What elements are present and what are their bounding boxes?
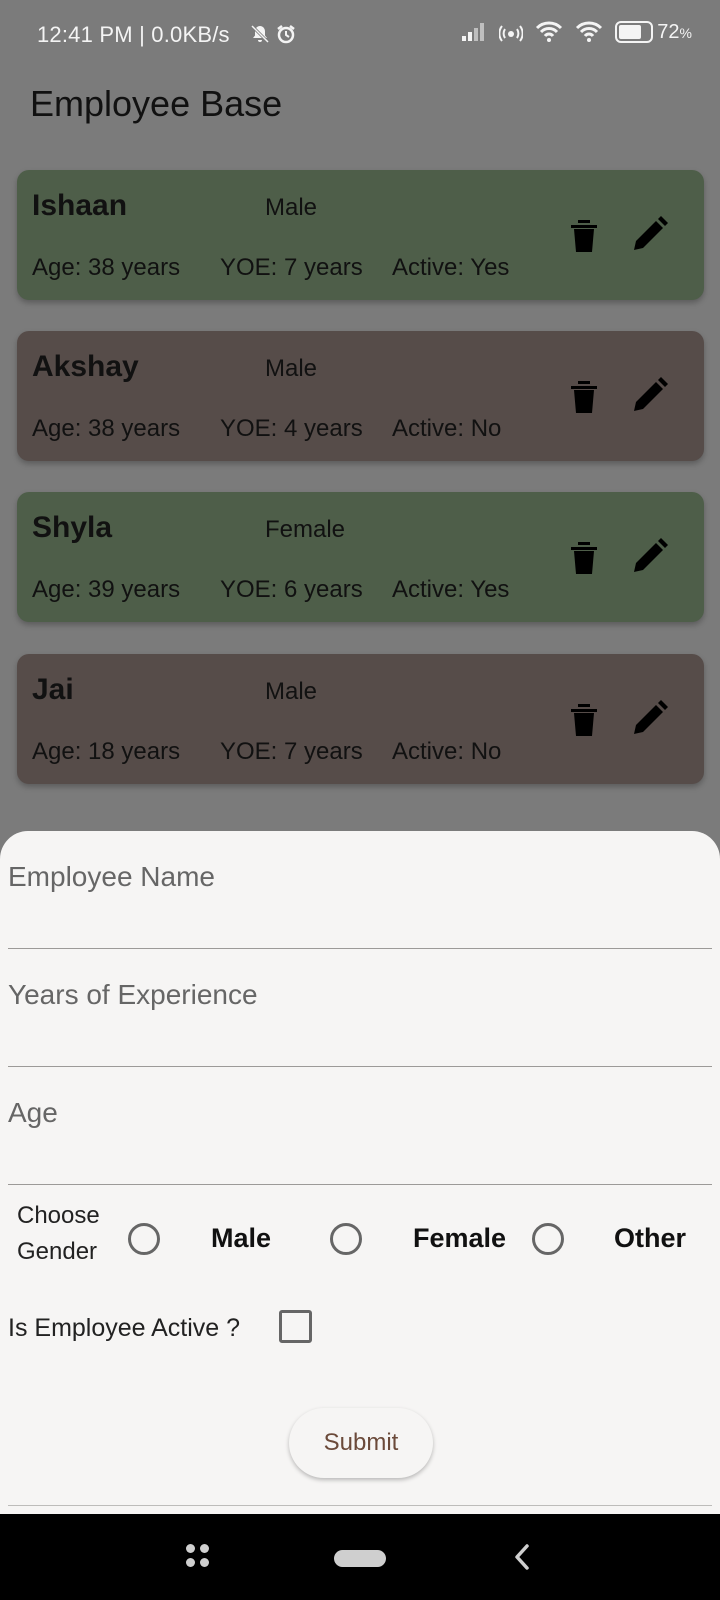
employee-name: Akshay bbox=[32, 350, 139, 383]
active-label: Is Employee Active ? bbox=[8, 1314, 241, 1342]
delete-icon[interactable] bbox=[567, 538, 601, 576]
submit-button[interactable]: Submit bbox=[289, 1408, 433, 1478]
delete-icon[interactable] bbox=[567, 377, 601, 415]
radio-other-label[interactable]: Other bbox=[614, 1223, 686, 1254]
employee-yoe: YOE: 7 years bbox=[220, 738, 363, 765]
age-placeholder: Age bbox=[8, 1097, 58, 1128]
employee-age: Age: 18 years bbox=[32, 738, 181, 765]
status-icons: 72% bbox=[461, 20, 692, 44]
wifi-icon bbox=[576, 21, 603, 42]
employee-name-field[interactable]: Employee Name bbox=[8, 831, 712, 949]
battery-indicator: 72% bbox=[615, 21, 692, 44]
gender-selector: Choose Gender Male Female Other bbox=[0, 1198, 720, 1278]
employee-card[interactable]: Akshay Male Age: 38 years YOE: 4 years Activ… bbox=[17, 331, 704, 461]
radio-other[interactable] bbox=[532, 1223, 564, 1255]
employee-card[interactable]: Jai Male Age: 18 years YOE: 7 years Active: … bbox=[17, 654, 704, 784]
wifi-icon bbox=[536, 21, 563, 42]
employee-yoe: YOE: 6 years bbox=[220, 576, 363, 603]
battery-percent: 72% bbox=[657, 20, 692, 43]
employee-active: Active: No bbox=[392, 738, 502, 765]
gender-title: Choose Gender bbox=[17, 1202, 100, 1265]
delete-icon[interactable] bbox=[567, 700, 601, 738]
status-bar: 12:41 PM | 0.0KB/s 72% bbox=[0, 0, 720, 70]
recent-apps-icon[interactable] bbox=[186, 1544, 210, 1568]
age-field[interactable]: Age bbox=[8, 1067, 712, 1185]
active-checkbox[interactable] bbox=[279, 1310, 312, 1343]
edit-icon[interactable] bbox=[630, 538, 668, 576]
employee-gender: Male bbox=[265, 678, 318, 705]
hotspot-icon bbox=[499, 25, 524, 42]
employee-active: Active: Yes bbox=[392, 254, 510, 281]
employee-card[interactable]: Ishaan Male Age: 38 years YOE: 7 years Activ… bbox=[17, 170, 704, 300]
edit-icon[interactable] bbox=[630, 216, 668, 254]
add-employee-sheet: Employee Name Years of Experience Age Ch… bbox=[0, 831, 720, 1514]
employee-card[interactable]: Shyla Female Age: 39 years YOE: 6 years Acti… bbox=[17, 492, 704, 622]
home-button[interactable] bbox=[334, 1550, 386, 1567]
employee-yoe: YOE: 7 years bbox=[220, 254, 363, 281]
employee-name-placeholder: Employee Name bbox=[8, 861, 215, 892]
back-icon[interactable] bbox=[510, 1542, 534, 1572]
radio-female-label[interactable]: Female bbox=[413, 1223, 506, 1254]
system-nav-bar bbox=[0, 1514, 720, 1600]
employee-active: Active: No bbox=[392, 415, 502, 442]
signal-icon bbox=[462, 23, 485, 41]
years-of-experience-field[interactable]: Years of Experience bbox=[8, 949, 712, 1067]
radio-male-label[interactable]: Male bbox=[211, 1223, 271, 1254]
delete-icon[interactable] bbox=[567, 216, 601, 254]
employee-name: Jai bbox=[32, 673, 74, 706]
divider bbox=[8, 1505, 712, 1506]
employee-name: Shyla bbox=[32, 511, 113, 544]
battery-icon bbox=[615, 21, 654, 43]
status-time: 12:41 PM | 0.0KB/s bbox=[37, 22, 230, 47]
employee-gender: Male bbox=[265, 194, 318, 221]
employee-age: Age: 38 years bbox=[32, 254, 181, 281]
employee-active: Active: Yes bbox=[392, 576, 510, 603]
page-title: Employee Base bbox=[30, 83, 283, 124]
radio-female[interactable] bbox=[330, 1223, 362, 1255]
edit-icon[interactable] bbox=[630, 700, 668, 738]
employee-age: Age: 39 years bbox=[32, 576, 181, 603]
radio-male[interactable] bbox=[128, 1223, 160, 1255]
alarm-icon bbox=[277, 25, 295, 44]
employee-gender: Male bbox=[265, 355, 318, 382]
years-of-experience-placeholder: Years of Experience bbox=[8, 979, 258, 1010]
employee-gender: Female bbox=[265, 516, 346, 543]
edit-icon[interactable] bbox=[630, 377, 668, 415]
mute-bell-icon bbox=[250, 24, 270, 44]
employee-age: Age: 38 years bbox=[32, 415, 181, 442]
employee-yoe: YOE: 4 years bbox=[220, 415, 363, 442]
employee-name: Ishaan bbox=[32, 189, 128, 222]
